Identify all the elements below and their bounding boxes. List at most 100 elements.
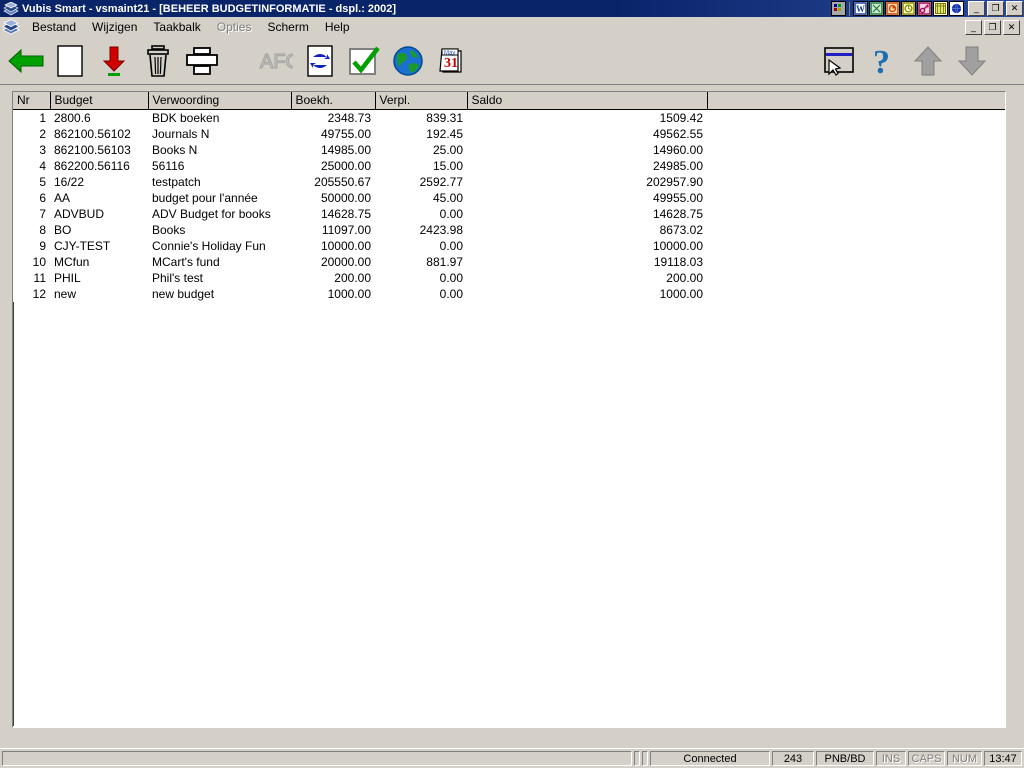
column-header-saldo[interactable]: Saldo [467,92,708,110]
toolbar-up-button[interactable] [906,39,950,83]
column-header-nr[interactable]: Nr [13,92,51,110]
budget-row-extra [707,125,1005,142]
budget-row-saldo: 200.00 [467,269,707,286]
status-ins-indicator: INS [876,751,906,766]
toolbar-down-button[interactable] [950,39,994,83]
table-row[interactable]: 6 AA budget pour l'année 50000.00 45.00 49955… [13,189,1005,206]
budget-row-code: CJY-TEST [50,237,148,254]
table-row[interactable]: 4 862200.56116 56116 25000.00 15.00 24985.00 [13,157,1005,174]
budget-row-boekh: 1000.00 [291,285,375,302]
column-header-verwoording[interactable]: Verwoording [148,92,292,110]
table-row[interactable]: 11 PHIL Phil's test 200.00 0.00 200.00 [13,269,1005,286]
budget-row-verpl: 15.00 [375,157,467,174]
program-group-icon[interactable] [831,1,846,16]
child-restore-button[interactable]: ❐ [984,19,1001,35]
excel-icon[interactable] [869,1,884,16]
toolbar: AFO [0,37,1024,85]
budget-row-extra [707,269,1005,286]
budget-row-description: budget pour l'année [148,189,291,206]
toolbar-calendar-button[interactable]: May 31 [430,39,474,83]
toolbar-afo-button: AFO [254,39,298,83]
budget-row-extra [707,205,1005,222]
budget-row-verpl: 0.00 [375,269,467,286]
child-close-button[interactable]: ✕ [1003,19,1020,35]
budget-row-extra [707,109,1005,126]
budget-row-verpl: 2592.77 [375,173,467,190]
budget-row-verpl: 2423.98 [375,221,467,238]
budget-row-saldo: 19118.03 [467,253,707,270]
toolbar-internet-button[interactable] [386,39,430,83]
table-row[interactable]: 1 2800.6 BDK boeken 2348.73 839.31 1509.42 [13,109,1005,126]
afo-icon: AFO [259,50,293,72]
budget-row-nr: 12 [13,285,50,302]
document-menu-icon[interactable] [2,19,20,35]
menu-item-bestand[interactable]: Bestand [24,18,84,36]
status-caps-indicator: CAPS [908,751,945,766]
table-row[interactable]: 5 16/22 testpatch 205550.67 2592.77 202957.90 [13,173,1005,190]
word-icon[interactable]: W [853,1,868,16]
toolbar-help-button[interactable]: ? [862,39,906,83]
minimize-button[interactable]: _ [968,1,985,16]
budget-row-description: Books N [148,141,291,158]
budget-row-code: new [50,285,148,302]
key-icon[interactable] [917,1,932,16]
toolbar-refresh-button[interactable] [298,39,342,83]
restore-button[interactable]: ❐ [987,1,1004,16]
status-bar: Connected 243 PNB/BD INS CAPS NUM 13:47 [0,748,1024,768]
budget-row-boekh: 14985.00 [291,141,375,158]
menu-item-help[interactable]: Help [317,18,358,36]
status-time: 13:47 [984,751,1022,766]
toolbar-confirm-button[interactable] [342,39,386,83]
table-header: Nr Budget Verwoording Boekh. Verpl. Sald… [13,92,1005,110]
toolbar-select-button[interactable] [818,39,862,83]
child-minimize-button[interactable]: _ [965,19,982,35]
toolbar-new-button[interactable] [48,39,92,83]
svg-text:31: 31 [444,56,458,71]
powerpoint-icon[interactable] [885,1,900,16]
checkmark-icon [349,46,380,75]
toolbar-back-button[interactable] [4,39,48,83]
tray-divider [849,1,850,16]
budget-row-description: BDK boeken [148,109,291,126]
table-row[interactable]: 9 CJY-TEST Connie's Holiday Fun 10000.00 0.0… [13,237,1005,254]
menu-item-wijzigen[interactable]: Wijzigen [84,18,145,36]
header-row: Nr Budget Verwoording Boekh. Verpl. Sald… [13,92,1005,110]
column-header-boekh[interactable]: Boekh. [291,92,376,110]
menu-item-scherm[interactable]: Scherm [259,18,316,36]
toolbar-save-button[interactable] [92,39,136,83]
column-header-verpl[interactable]: Verpl. [375,92,468,110]
budget-row-code: 16/22 [50,173,148,190]
table-row[interactable]: 7 ADVBUD ADV Budget for books 14628.75 0.00 1… [13,205,1005,222]
select-window-icon [824,46,854,76]
budget-row-code: ADVBUD [50,205,148,222]
column-header-extra[interactable] [707,92,1005,110]
column-header-budget[interactable]: Budget [50,92,149,110]
toolbar-delete-button[interactable] [136,39,180,83]
budget-grid[interactable]: Nr Budget Verwoording Boekh. Verpl. Sald… [12,91,1006,728]
budget-table: Nr Budget Verwoording Boekh. Verpl. Sald… [13,92,1005,302]
table-row[interactable]: 3 862100.56103 Books N 14985.00 25.00 14960.0… [13,141,1005,158]
status-num-indicator: NUM [947,751,982,766]
calculator-icon[interactable] [933,1,948,16]
budget-row-boekh: 25000.00 [291,157,375,174]
budget-row-verpl: 192.45 [375,125,467,142]
toolbar-print-button[interactable] [180,39,224,83]
budget-row-saldo: 202957.90 [467,173,707,190]
table-row[interactable]: 12 new new budget 1000.00 0.00 1000.00 [13,285,1005,302]
budget-row-boekh: 49755.00 [291,125,375,142]
status-gap-2 [642,751,648,766]
budget-row-code: MCfun [50,253,148,270]
budget-row-extra [707,173,1005,190]
globe-icon [393,45,423,76]
table-row[interactable]: 10 MCfun MCart's fund 20000.00 881.97 19118.0… [13,253,1005,270]
trash-can-icon [147,44,169,77]
table-row[interactable]: 2 862100.56102 Journals N 49755.00 192.45 495… [13,125,1005,142]
table-row[interactable]: 8 BO Books 11097.00 2423.98 8673.02 [13,221,1005,238]
globe-blue-icon[interactable] [949,1,964,16]
menu-item-taakbalk[interactable]: Taakbalk [145,18,208,36]
clock-icon[interactable] [901,1,916,16]
close-button[interactable]: ✕ [1006,1,1023,16]
window-title: Vubis Smart - vsmaint21 - [BEHEER BUDGET… [22,2,397,15]
budget-row-boekh: 20000.00 [291,253,375,270]
client-area: Nr Budget Verwoording Boekh. Verpl. Sald… [0,85,1024,748]
